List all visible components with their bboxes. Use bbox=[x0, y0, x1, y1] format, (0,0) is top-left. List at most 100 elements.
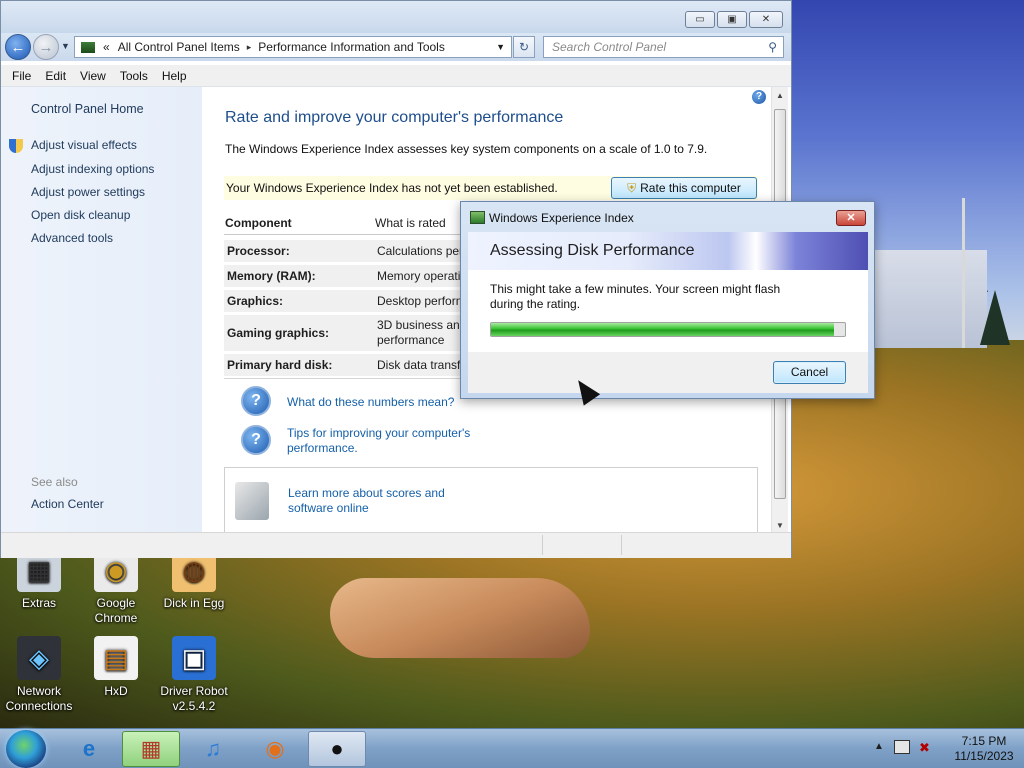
address-dropdown-icon[interactable]: ▼ bbox=[496, 42, 505, 52]
help-question-icon: ? bbox=[241, 386, 271, 416]
breadcrumb-separator-icon[interactable]: ▸ bbox=[247, 42, 252, 53]
taskbar: e ▦ ♫ ◉ ● ▲ ✖ 7:15 PM 11/15/2023 bbox=[0, 728, 1024, 768]
show-hidden-icons[interactable]: ▲ bbox=[874, 741, 884, 752]
open-disk-cleanup-link[interactable]: Open disk cleanup bbox=[31, 208, 130, 222]
recent-pages-dropdown[interactable]: ▼ bbox=[61, 41, 70, 51]
menu-edit[interactable]: Edit bbox=[38, 69, 73, 83]
search-input[interactable]: Search Control Panel ⚲ bbox=[543, 36, 784, 58]
desktop-icon-label: HxD bbox=[104, 684, 128, 698]
rate-this-computer-button[interactable]: ⛨ Rate this computer bbox=[611, 177, 757, 199]
desktop-icon-chrome[interactable]: ◉ Google Chrome bbox=[78, 548, 154, 626]
dialog-message-line1: This might take a few minutes. Your scre… bbox=[490, 282, 781, 296]
navigation-bar: ← → ▼ « All Control Panel Items ▸ Perfor… bbox=[1, 33, 791, 61]
learn-more-line1[interactable]: Learn more about scores and bbox=[288, 486, 445, 501]
search-icon[interactable]: ⚲ bbox=[768, 37, 777, 57]
breadcrumb-all-items[interactable]: All Control Panel Items bbox=[118, 40, 240, 54]
control-panel-icon bbox=[81, 41, 95, 53]
adjust-visual-effects-link[interactable]: Adjust visual effects bbox=[31, 138, 137, 152]
arrow-right-icon: → bbox=[38, 38, 54, 56]
desktop-icon-label: Network Connections bbox=[5, 684, 73, 713]
help-icon[interactable]: ? bbox=[752, 90, 766, 104]
back-button[interactable]: ← bbox=[5, 34, 31, 60]
table-row: Memory (RAM): Memory operatio bbox=[224, 265, 467, 287]
row-rated-cont: performance bbox=[377, 333, 445, 347]
forward-button[interactable]: → bbox=[33, 34, 59, 60]
dialog-message-line2: during the rating. bbox=[490, 297, 581, 311]
uac-shield-icon: ⛨ bbox=[627, 181, 637, 195]
rate-button-label: Rate this computer bbox=[640, 181, 741, 195]
column-what-is-rated: What is rated bbox=[375, 216, 446, 230]
window-titlebar[interactable]: ▭ ▣ ✕ bbox=[1, 1, 791, 33]
network-status-icon[interactable] bbox=[894, 740, 910, 754]
cancel-button[interactable]: Cancel bbox=[773, 361, 846, 384]
see-also-heading: See also bbox=[31, 475, 78, 489]
desktop-icon-label: Google Chrome bbox=[94, 596, 138, 625]
wei-dialog: Windows Experience Index ✕ Assessing Dis… bbox=[460, 201, 875, 399]
row-component: Graphics: bbox=[227, 294, 284, 308]
taskbar-firefox[interactable]: ◉ bbox=[246, 731, 304, 767]
uac-shield-icon bbox=[9, 139, 23, 153]
menu-file[interactable]: File bbox=[5, 69, 38, 83]
clock[interactable]: 7:15 PM 11/15/2023 bbox=[944, 734, 1024, 764]
tips-link-line1[interactable]: Tips for improving your computer's bbox=[287, 426, 470, 441]
wei-app-icon bbox=[470, 211, 485, 224]
desktop-icon-network-connections[interactable]: ◈ Network Connections bbox=[1, 636, 77, 714]
column-component: Component bbox=[225, 216, 292, 230]
volume-muted-icon[interactable]: ✖ bbox=[919, 740, 930, 756]
search-placeholder: Search Control Panel bbox=[552, 40, 667, 54]
progress-fill bbox=[491, 323, 835, 336]
close-icon: ✕ bbox=[846, 212, 856, 224]
dialog-banner: Assessing Disk Performance bbox=[468, 232, 868, 270]
row-rated: Disk data transfe bbox=[377, 358, 467, 372]
dialog-body: This might take a few minutes. Your scre… bbox=[468, 270, 868, 352]
table-row: Primary hard disk: Disk data transfe bbox=[224, 354, 467, 376]
dialog-close-button[interactable]: ✕ bbox=[836, 210, 866, 226]
hxd-icon: ▤ bbox=[94, 636, 138, 680]
adjust-power-settings-link[interactable]: Adjust power settings bbox=[31, 185, 145, 199]
desktop-icon-label: Extras bbox=[21, 596, 56, 610]
desktop-icon-hxd[interactable]: ▤ HxD bbox=[78, 636, 154, 699]
address-bar[interactable]: « All Control Panel Items ▸ Performance … bbox=[74, 36, 512, 58]
address-overflow[interactable]: « bbox=[103, 40, 110, 54]
status-divider bbox=[542, 535, 543, 555]
arrow-left-icon: ← bbox=[10, 38, 26, 56]
taskbar-control-panel[interactable]: ▦ bbox=[122, 731, 180, 767]
taskbar-internet-explorer[interactable]: e bbox=[60, 731, 118, 767]
wallpaper-rock bbox=[330, 578, 590, 658]
status-bar bbox=[1, 532, 791, 558]
minimize-button[interactable]: ▭ bbox=[685, 11, 715, 28]
software-box-icon bbox=[235, 482, 269, 520]
tips-improving-performance-link[interactable]: Tips for improving your computer's perfo… bbox=[287, 426, 470, 456]
tips-link-line2[interactable]: performance. bbox=[287, 441, 470, 456]
page-description: The Windows Experience Index assesses ke… bbox=[225, 142, 708, 156]
what-do-numbers-mean-link[interactable]: What do these numbers mean? bbox=[287, 395, 454, 410]
action-center-link[interactable]: Action Center bbox=[31, 497, 104, 511]
control-panel-icon: ▦ bbox=[140, 736, 162, 761]
advanced-tools-link[interactable]: Advanced tools bbox=[31, 231, 113, 245]
desktop-icon-driver-robot[interactable]: ▣ Driver Robot v2.5.4.2 bbox=[156, 636, 232, 714]
menu-view[interactable]: View bbox=[73, 69, 113, 83]
taskbar-app[interactable]: ● bbox=[308, 731, 366, 767]
app-icon: ● bbox=[330, 736, 344, 761]
row-component: Primary hard disk: bbox=[227, 358, 333, 372]
adjust-indexing-options-link[interactable]: Adjust indexing options bbox=[31, 162, 154, 176]
start-button[interactable] bbox=[6, 730, 46, 768]
refresh-button[interactable]: ↻ bbox=[513, 36, 535, 58]
learn-more-link[interactable]: Learn more about scores and software onl… bbox=[288, 486, 445, 516]
breadcrumb-performance[interactable]: Performance Information and Tools bbox=[258, 40, 445, 54]
menu-help[interactable]: Help bbox=[155, 69, 194, 83]
scroll-down-icon[interactable]: ▼ bbox=[776, 521, 784, 530]
task-pane: Control Panel Home Adjust visual effects… bbox=[1, 87, 202, 532]
close-button[interactable]: ✕ bbox=[749, 11, 783, 28]
table-row: Gaming graphics: 3D business and perform… bbox=[224, 315, 466, 351]
scroll-up-icon[interactable]: ▲ bbox=[776, 91, 784, 100]
internet-explorer-icon: e bbox=[82, 736, 96, 761]
firefox-icon: ◉ bbox=[265, 736, 285, 761]
learn-more-line2[interactable]: software online bbox=[288, 501, 445, 516]
learn-more-box: Learn more about scores and software onl… bbox=[224, 467, 758, 532]
maximize-button[interactable]: ▣ bbox=[717, 11, 747, 28]
control-panel-home-link[interactable]: Control Panel Home bbox=[31, 102, 144, 116]
menu-tools[interactable]: Tools bbox=[113, 69, 155, 83]
dialog-footer: Cancel bbox=[468, 352, 868, 393]
taskbar-itunes[interactable]: ♫ bbox=[184, 731, 242, 767]
